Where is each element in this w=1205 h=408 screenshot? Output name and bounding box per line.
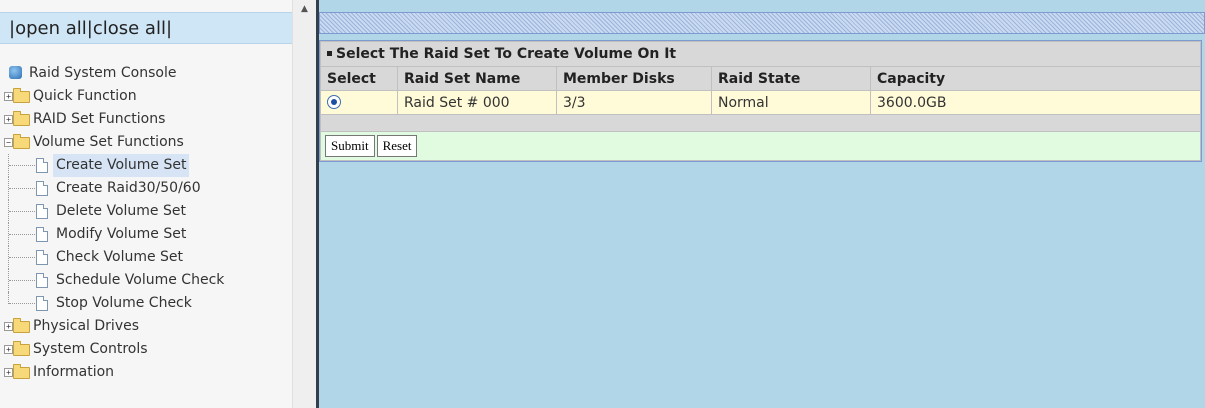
column-header: Member Disks [556, 66, 712, 91]
tree-label: Create Volume Set [53, 154, 190, 177]
raid-state-cell: Normal [711, 90, 871, 115]
column-header: Raid State [711, 66, 871, 91]
tree-item-stop-volume-check[interactable]: Stop Volume Check [0, 292, 292, 315]
navigation-tree: Raid System Console + Quick Function + RAID… [0, 62, 292, 384]
tree-connector [9, 303, 35, 304]
member-disks-cell: 3/3 [556, 90, 712, 115]
submit-button[interactable]: Submit [325, 135, 375, 157]
tree-connector [9, 257, 35, 258]
tree-item-create-raid30-50-60[interactable]: Create Raid30/50/60 [0, 177, 292, 200]
tree-root-label: Raid System Console [29, 65, 177, 81]
expand-icon[interactable]: + [4, 115, 13, 124]
tree-folder-quick-function[interactable]: + Quick Function [0, 85, 292, 108]
tree-folder-information[interactable]: + Information [0, 361, 292, 384]
folder-icon [13, 341, 30, 356]
tree-label: Schedule Volume Check [56, 272, 225, 288]
folder-icon [13, 318, 30, 333]
tree-label: Stop Volume Check [56, 295, 192, 311]
content-header-bar [319, 12, 1205, 34]
folder-icon [13, 88, 30, 103]
tree-item-check-volume-set[interactable]: Check Volume Set [0, 246, 292, 269]
select-cell [320, 90, 398, 115]
nav-scrollbar[interactable]: ▲ [292, 0, 316, 408]
raid-set-name-cell: Raid Set # 000 [397, 90, 557, 115]
reset-button[interactable]: Reset [376, 135, 418, 157]
scroll-up-arrow-icon[interactable]: ▲ [293, 0, 316, 18]
page-icon [36, 227, 48, 242]
expand-icon[interactable]: + [4, 368, 13, 377]
raid-set-radio-button[interactable] [327, 94, 341, 109]
tree-root[interactable]: Raid System Console [0, 62, 292, 85]
expand-icon[interactable]: + [4, 92, 13, 101]
raid-set-table: Select The Raid Set To Create Volume On … [320, 41, 1201, 161]
tree-label: Physical Drives [33, 318, 140, 334]
tree-connector [9, 165, 35, 166]
tree-label: RAID Set Functions [33, 111, 166, 127]
navigation-pane: |open all|close all| Raid System Console… [0, 0, 292, 408]
tree-folder-physical-drives[interactable]: + Physical Drives [0, 315, 292, 338]
page-icon [36, 273, 48, 288]
tree-folder-volume-set-functions[interactable]: − Volume Set Functions [0, 131, 292, 154]
folder-icon [13, 134, 30, 149]
expand-icon[interactable]: + [4, 345, 13, 354]
page-icon [36, 158, 48, 173]
scroll-track[interactable] [293, 18, 316, 408]
capacity-cell: 3600.0GB [870, 90, 1201, 115]
column-header: Select [320, 66, 398, 91]
console-icon [9, 66, 22, 79]
tree-label: Create Raid30/50/60 [56, 180, 201, 196]
folder-icon [13, 364, 30, 379]
collapse-icon[interactable]: − [4, 138, 13, 147]
panel-title: Select The Raid Set To Create Volume On … [320, 41, 1201, 67]
bullet-icon [327, 50, 332, 56]
tree-label: Volume Set Functions [33, 134, 184, 150]
spacer-cell [320, 114, 1201, 132]
tree-item-create-volume-set[interactable]: Create Volume Set [0, 154, 292, 177]
tree-folder-system-controls[interactable]: + System Controls [0, 338, 292, 361]
page-icon [36, 181, 48, 196]
tree-label: Delete Volume Set [56, 203, 186, 219]
expand-icon[interactable]: + [4, 322, 13, 331]
close-all-link[interactable]: close all [93, 18, 166, 39]
tree-label: Check Volume Set [56, 249, 184, 265]
page-icon [36, 204, 48, 219]
raid-set-panel: Select The Raid Set To Create Volume On … [319, 40, 1202, 162]
tree-folder-raid-set-functions[interactable]: + RAID Set Functions [0, 108, 292, 131]
tree-connector [9, 188, 35, 189]
folder-icon [13, 111, 30, 126]
tree-item-delete-volume-set[interactable]: Delete Volume Set [0, 200, 292, 223]
column-header: Raid Set Name [397, 66, 557, 91]
panel-title-row: Select The Raid Set To Create Volume On … [320, 41, 1201, 67]
tree-label: System Controls [33, 341, 148, 357]
separator: | [165, 18, 173, 39]
panel-title-text: Select The Raid Set To Create Volume On … [336, 46, 677, 62]
actions-cell: Submit Reset [320, 131, 1201, 161]
tree-label: Quick Function [33, 88, 137, 104]
page-icon [36, 296, 48, 311]
actions-row: Submit Reset [320, 131, 1201, 161]
tree-connector [9, 211, 35, 212]
page-icon [36, 250, 48, 265]
table-header-row: Select Raid Set Name Member Disks Raid S… [320, 66, 1201, 91]
column-header: Capacity [870, 66, 1201, 91]
tree-toggle-bar: |open all|close all| [0, 12, 292, 44]
spacer-row [320, 114, 1201, 132]
tree-item-schedule-volume-check[interactable]: Schedule Volume Check [0, 269, 292, 292]
open-all-link[interactable]: open all [15, 18, 87, 39]
table-row: Raid Set # 000 3/3 Normal 3600.0GB [320, 90, 1201, 115]
tree-connector [9, 280, 35, 281]
tree-label: Modify Volume Set [56, 226, 187, 242]
tree-label: Information [33, 364, 115, 380]
content-pane: Select The Raid Set To Create Volume On … [319, 0, 1205, 408]
tree-connector [9, 234, 35, 235]
tree-item-modify-volume-set[interactable]: Modify Volume Set [0, 223, 292, 246]
